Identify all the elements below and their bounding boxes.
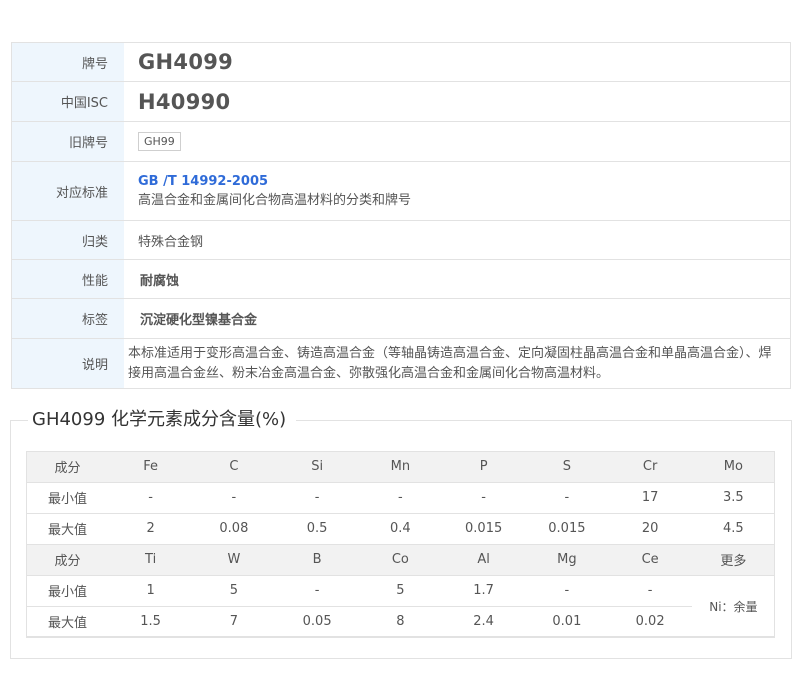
max-value: 0.05 bbox=[275, 606, 359, 638]
element-name: Mo bbox=[691, 451, 775, 483]
isc-label: 中国ISC bbox=[12, 82, 124, 121]
brand-label: 牌号 bbox=[12, 43, 124, 81]
min-value: 5 bbox=[192, 575, 276, 607]
element-name: Co bbox=[358, 544, 442, 576]
element-name: Mn bbox=[358, 451, 442, 483]
row-brand: 牌号 GH4099 bbox=[12, 43, 790, 82]
composition-max-row: 最大值 1.5 7 0.05 8 2.4 0.01 0.02 bbox=[26, 606, 775, 638]
min-value: - bbox=[275, 575, 359, 607]
element-name: Al bbox=[442, 544, 526, 576]
standard-label: 对应标准 bbox=[12, 162, 124, 220]
element-name: Ti bbox=[109, 544, 193, 576]
min-value: - bbox=[109, 482, 193, 514]
max-value: 2 bbox=[109, 513, 193, 545]
element-name: B bbox=[275, 544, 359, 576]
category-value: 特殊合金钢 bbox=[138, 234, 204, 250]
element-name: Cr bbox=[608, 451, 692, 483]
composition-header-row: 成分 Fe C Si Mn P S Cr Mo bbox=[26, 451, 775, 483]
composition-header-row: 成分 Ti W B Co Al Mg Ce 更多 bbox=[26, 544, 775, 576]
max-value: 4.5 bbox=[691, 513, 775, 545]
tag-value: 沉淀硬化型镍基合金 bbox=[140, 313, 258, 328]
row-property: 性能 耐腐蚀 bbox=[12, 260, 790, 299]
max-label: 最大值 bbox=[26, 606, 109, 638]
element-name: C bbox=[192, 451, 276, 483]
min-value: - bbox=[525, 575, 609, 607]
alloy-info-table: 牌号 GH4099 中国ISC H40990 旧牌号 GH99 对应标准 GB … bbox=[11, 42, 791, 389]
min-value: - bbox=[358, 482, 442, 514]
element-name: S bbox=[525, 451, 609, 483]
element-name: Ce bbox=[608, 544, 692, 576]
element-name: Mg bbox=[525, 544, 609, 576]
row-description: 说明 本标准适用于变形高温合金、铸造高温合金（等轴晶铸造高温合金、定向凝固柱晶高… bbox=[12, 339, 790, 389]
element-header-label: 成分 bbox=[26, 451, 109, 483]
min-value: 17 bbox=[608, 482, 692, 514]
min-value: 1 bbox=[109, 575, 193, 607]
element-name: Si bbox=[275, 451, 359, 483]
composition-table: 成分 Fe C Si Mn P S Cr Mo 最小值 - - - - - - … bbox=[26, 451, 775, 638]
row-category: 归类 特殊合金钢 bbox=[12, 221, 790, 260]
max-value: 20 bbox=[608, 513, 692, 545]
element-name: W bbox=[192, 544, 276, 576]
brand-value: GH4099 bbox=[138, 50, 234, 74]
min-value: - bbox=[525, 482, 609, 514]
more-label: 更多 bbox=[691, 544, 775, 576]
isc-value: H40990 bbox=[138, 89, 231, 114]
max-label: 最大值 bbox=[26, 513, 109, 545]
min-value: - bbox=[608, 575, 692, 607]
standard-name: 高温合金和金属间化合物高温材料的分类和牌号 bbox=[138, 192, 412, 208]
description-value: 本标准适用于变形高温合金、铸造高温合金（等轴晶铸造高温合金、定向凝固柱晶高温合金… bbox=[128, 345, 772, 381]
composition-min-row: 最小值 1 5 - 5 1.7 - - Ni：余量 bbox=[26, 575, 775, 638]
min-value: - bbox=[275, 482, 359, 514]
max-value: 1.5 bbox=[109, 606, 193, 638]
row-old-brand: 旧牌号 GH99 bbox=[12, 122, 790, 162]
max-value: 0.015 bbox=[525, 513, 609, 545]
old-brand-label: 旧牌号 bbox=[12, 122, 124, 161]
chemical-composition-title: GH4099 化学元素成分含量(%) bbox=[28, 408, 297, 432]
max-value: 0.02 bbox=[608, 606, 692, 638]
min-value: 1.7 bbox=[442, 575, 526, 607]
composition-max-row: 最大值 2 0.08 0.5 0.4 0.015 0.015 20 4.5 bbox=[26, 513, 775, 545]
element-name: Fe bbox=[109, 451, 193, 483]
description-label: 说明 bbox=[12, 339, 124, 388]
min-value: - bbox=[442, 482, 526, 514]
old-brand-badge[interactable]: GH99 bbox=[138, 132, 181, 151]
category-label: 归类 bbox=[12, 221, 124, 259]
max-value: 7 bbox=[192, 606, 276, 638]
max-value: 0.4 bbox=[358, 513, 442, 545]
max-value: 2.4 bbox=[442, 606, 526, 638]
row-standard: 对应标准 GB /T 14992-2005 高温合金和金属间化合物高温材料的分类… bbox=[12, 162, 790, 221]
max-value: 0.5 bbox=[275, 513, 359, 545]
remainder-note: Ni：余量 bbox=[691, 575, 775, 638]
row-isc: 中国ISC H40990 bbox=[12, 82, 790, 122]
min-label: 最小值 bbox=[26, 482, 109, 514]
max-value: 0.01 bbox=[525, 606, 609, 638]
max-value: 0.08 bbox=[192, 513, 276, 545]
min-value: 3.5 bbox=[691, 482, 775, 514]
tag-label: 标签 bbox=[12, 299, 124, 338]
min-label: 最小值 bbox=[26, 575, 109, 607]
row-tag: 标签 沉淀硬化型镍基合金 bbox=[12, 299, 790, 339]
min-value: 5 bbox=[358, 575, 442, 607]
element-header-label: 成分 bbox=[26, 544, 109, 576]
standard-code-link[interactable]: GB /T 14992-2005 bbox=[138, 173, 790, 191]
property-label: 性能 bbox=[12, 260, 124, 298]
max-value: 8 bbox=[358, 606, 442, 638]
max-value: 0.015 bbox=[442, 513, 526, 545]
element-name: P bbox=[442, 451, 526, 483]
property-value: 耐腐蚀 bbox=[140, 273, 180, 289]
min-value: - bbox=[192, 482, 276, 514]
composition-min-row: 最小值 - - - - - - 17 3.5 bbox=[26, 482, 775, 514]
